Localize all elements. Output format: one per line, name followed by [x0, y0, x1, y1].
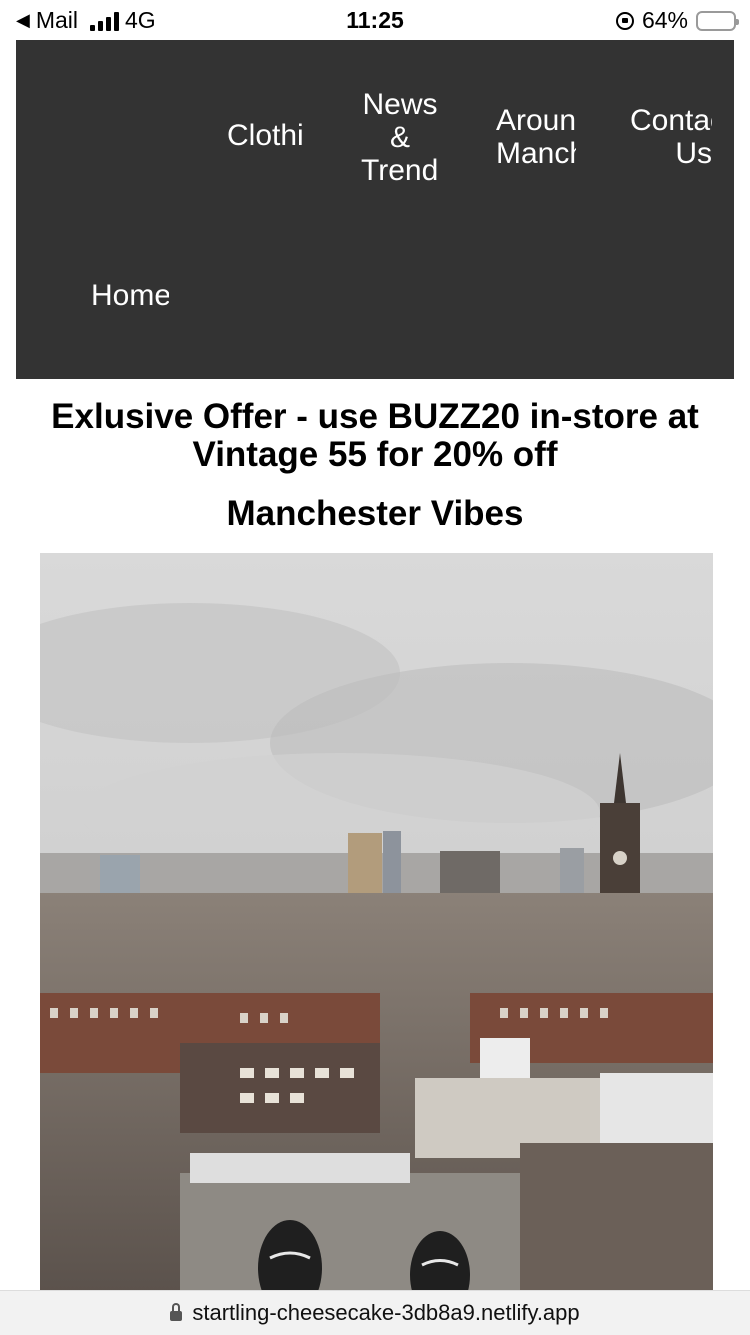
- offer-heading: Exlusive Offer - use BUZZ20 in-store at …: [51, 397, 699, 474]
- nav-link-contact-us[interactable]: Contact Us: [630, 104, 712, 170]
- manchester-photo: [40, 553, 713, 1293]
- rotation-lock-icon: [615, 11, 634, 30]
- status-bar: ◀ Mail 4G 11:25 64%: [0, 0, 750, 40]
- status-right: 64%: [615, 7, 739, 34]
- section-title: Manchester Vibes: [226, 494, 524, 533]
- nav-link-clothing[interactable]: Clothing: [227, 119, 305, 152]
- nav-link-around-manchester[interactable]: Around Manchester: [496, 104, 576, 170]
- battery-icon: [696, 10, 739, 31]
- nav-link-home[interactable]: Home: [91, 279, 169, 312]
- address-bar[interactable]: startling-cheesecake-3db8a9.netlify.app: [0, 1290, 750, 1335]
- nav-link-news-trends[interactable]: News & Trends: [361, 88, 439, 187]
- main-nav: Clothing News & Trends Around Manchester…: [16, 40, 734, 379]
- padlock-icon: [170, 1303, 183, 1321]
- url-text: startling-cheesecake-3db8a9.netlify.app: [192, 1300, 580, 1325]
- battery-percent: 64%: [641, 7, 688, 33]
